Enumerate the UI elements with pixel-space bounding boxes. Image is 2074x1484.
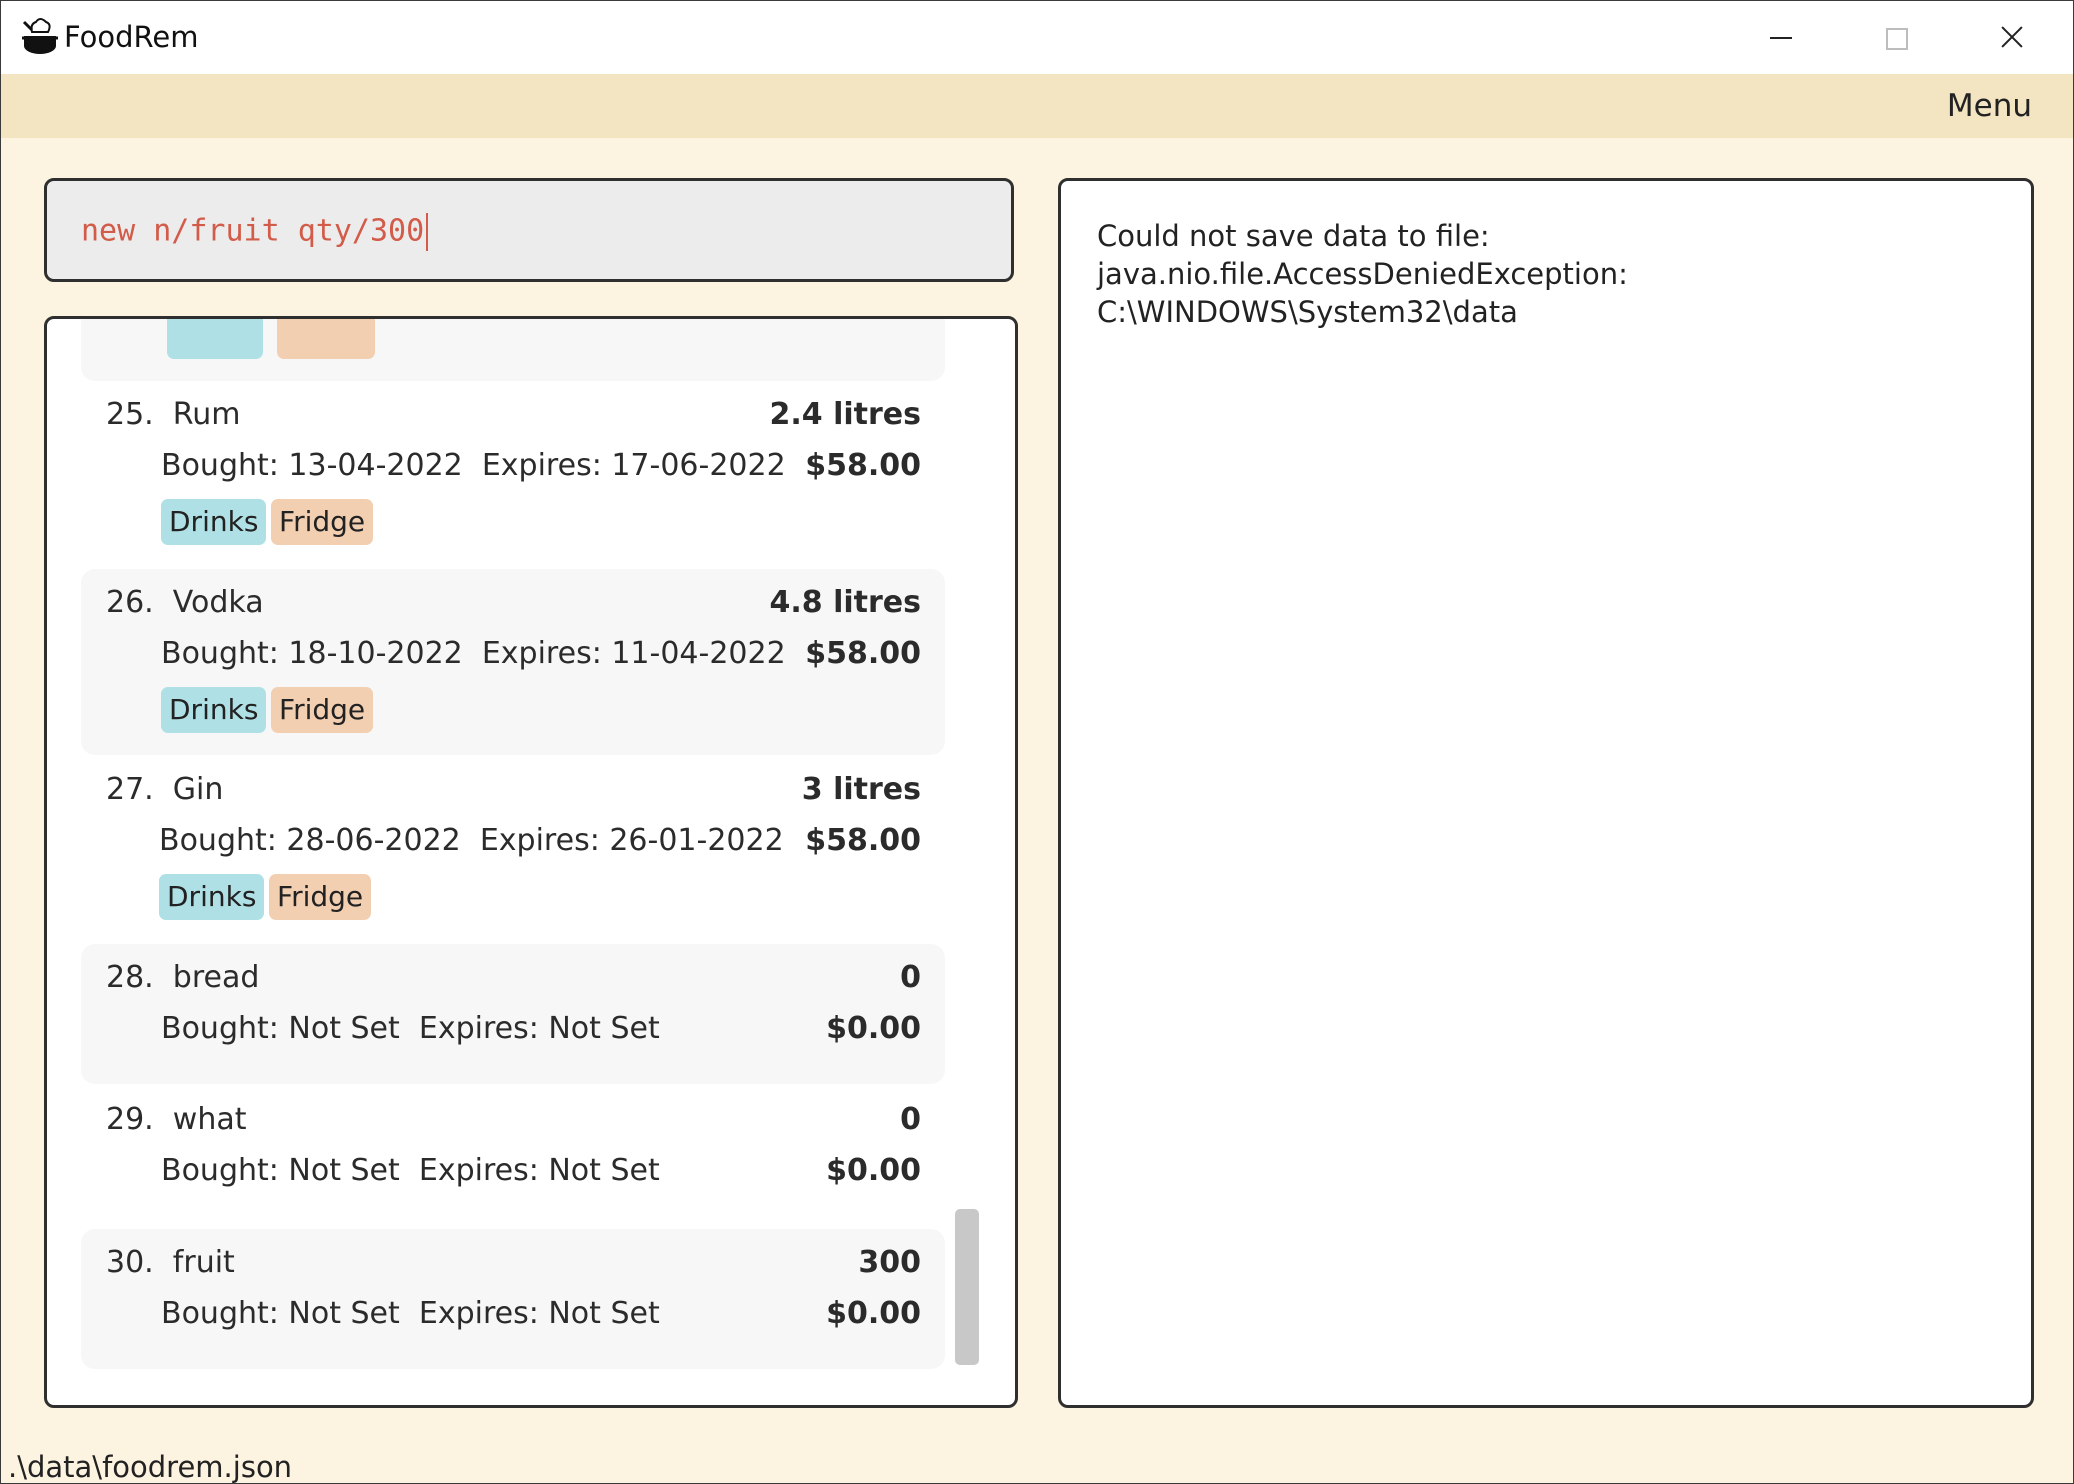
- window-title: FoodRem: [64, 20, 199, 54]
- result-line: C:\WINDOWS\System32\data: [1097, 295, 1518, 329]
- item-price: $0.00: [826, 1296, 921, 1331]
- storage-file-path: .\data\foodrem.json: [8, 1450, 293, 1484]
- item-title: 25. Rum: [106, 397, 241, 432]
- item-quantity: 3 litres: [801, 772, 921, 807]
- list-item[interactable]: 27. Gin 3 litres Bought: 28-06-2022 Expi…: [81, 756, 945, 942]
- item-price: $58.00: [805, 636, 921, 671]
- item-title: 27. Gin: [106, 772, 224, 807]
- status-bar: .\data\foodrem.json: [0, 1446, 2074, 1484]
- partial-tag-drinks: [167, 319, 263, 359]
- result-message: Could not save data to file: java.nio.fi…: [1097, 217, 1628, 331]
- text-caret: [426, 213, 429, 251]
- item-price: $58.00: [805, 823, 921, 858]
- item-price: $58.00: [805, 448, 921, 483]
- list-scrollbar-thumb[interactable]: [955, 1209, 979, 1365]
- result-line: java.nio.file.AccessDeniedException:: [1097, 257, 1628, 291]
- tag-drinks: Drinks: [159, 874, 265, 920]
- item-quantity: 2.4 litres: [769, 397, 922, 432]
- list-item[interactable]: 28. bread 0 Bought: Not Set Expires: Not…: [81, 944, 945, 1084]
- list-item[interactable]: 25. Rum 2.4 litres Bought: 13-04-2022 Ex…: [81, 381, 945, 567]
- item-quantity: 4.8 litres: [769, 585, 922, 620]
- tag-drinks: Drinks: [161, 687, 267, 733]
- title-bar: FoodRem: [0, 0, 2074, 74]
- item-quantity: 300: [858, 1245, 921, 1280]
- tag-fridge: Fridge: [271, 687, 374, 733]
- list-item[interactable]: 29. what 0 Bought: Not Set Expires: Not …: [81, 1086, 945, 1226]
- item-dates: Bought: Not Set Expires: Not Set: [161, 1011, 660, 1046]
- item-dates: Bought: 13-04-2022 Expires: 17-06-2022: [161, 448, 786, 483]
- partial-list-item: [81, 319, 945, 381]
- command-input[interactable]: new n/fruit qty/300: [81, 213, 429, 251]
- tag-fridge: Fridge: [271, 499, 374, 545]
- close-button[interactable]: [1954, 0, 2074, 74]
- item-price: $0.00: [826, 1011, 921, 1046]
- list-item[interactable]: 30. fruit 300 Bought: Not Set Expires: N…: [81, 1229, 945, 1369]
- minimize-button[interactable]: [1722, 0, 1838, 74]
- list-item[interactable]: 26. Vodka 4.8 litres Bought: 18-10-2022 …: [81, 569, 945, 755]
- food-list-panel[interactable]: 25. Rum 2.4 litres Bought: 13-04-2022 Ex…: [44, 316, 1018, 1408]
- chef-pot-icon: [22, 18, 58, 54]
- command-box[interactable]: new n/fruit qty/300: [44, 178, 1014, 282]
- item-quantity: 0: [900, 960, 921, 995]
- maximize-button[interactable]: [1838, 0, 1954, 74]
- tag-drinks: Drinks: [161, 499, 267, 545]
- item-price: $0.00: [826, 1153, 921, 1188]
- menu-bar: Menu: [0, 74, 2074, 138]
- item-dates: Bought: 28-06-2022 Expires: 26-01-2022: [159, 823, 784, 858]
- item-dates: Bought: Not Set Expires: Not Set: [161, 1153, 660, 1188]
- result-line: Could not save data to file:: [1097, 219, 1490, 253]
- tag-fridge: Fridge: [269, 874, 372, 920]
- menu-button[interactable]: Menu: [1947, 88, 2032, 124]
- result-display: Could not save data to file: java.nio.fi…: [1058, 178, 2034, 1408]
- item-title: 30. fruit: [106, 1245, 235, 1280]
- item-title: 28. bread: [106, 960, 260, 995]
- item-quantity: 0: [900, 1102, 921, 1137]
- item-title: 26. Vodka: [106, 585, 264, 620]
- item-dates: Bought: Not Set Expires: Not Set: [161, 1296, 660, 1331]
- item-title: 29. what: [106, 1102, 247, 1137]
- partial-tag-fridge: [277, 319, 375, 359]
- item-dates: Bought: 18-10-2022 Expires: 11-04-2022: [161, 636, 786, 671]
